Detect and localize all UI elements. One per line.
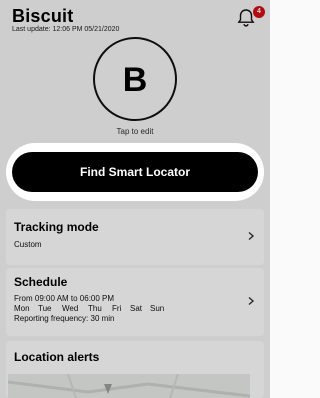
day-tue: Tue — [38, 304, 52, 313]
chevron-right-icon — [248, 231, 255, 241]
location-alerts-title: Location alerts — [14, 350, 100, 364]
pet-name: Biscuit — [12, 6, 74, 26]
pet-avatar[interactable]: B — [93, 37, 177, 121]
tracking-mode-title: Tracking mode — [14, 220, 99, 234]
avatar-initial: B — [122, 61, 148, 99]
header: Biscuit Last update: 12:06 PM 05/21/2020 — [12, 6, 258, 36]
notification-badge: 4 — [253, 6, 265, 18]
location-map[interactable] — [8, 374, 250, 398]
schedule-title: Schedule — [14, 275, 68, 289]
find-smart-locator-button[interactable]: Find Smart Locator — [12, 152, 258, 192]
tracking-mode-value: Custom — [14, 240, 42, 249]
day-sat: Sat — [130, 304, 143, 313]
day-fri: Fri — [112, 304, 122, 313]
day-sun: Sun — [150, 304, 165, 313]
tap-to-edit-label[interactable]: Tap to edit — [85, 127, 185, 136]
chevron-right-icon — [248, 296, 255, 306]
last-update-text: Last update: 12:06 PM 05/21/2020 — [12, 26, 120, 33]
day-mon: Mon — [14, 304, 30, 313]
reporting-frequency: Reporting frequency: 30 min — [14, 314, 115, 323]
pet-profile-screen: Biscuit Last update: 12:06 PM 05/21/2020… — [0, 0, 270, 398]
schedule-hours: From 09:00 AM to 06:00 PM — [14, 294, 115, 303]
day-thu: Thu — [88, 304, 102, 313]
tracking-mode-card[interactable]: Tracking mode Custom — [6, 209, 264, 265]
day-wed: Wed — [62, 304, 79, 313]
schedule-card[interactable]: Schedule From 09:00 AM to 06:00 PM Mon T… — [6, 268, 264, 336]
